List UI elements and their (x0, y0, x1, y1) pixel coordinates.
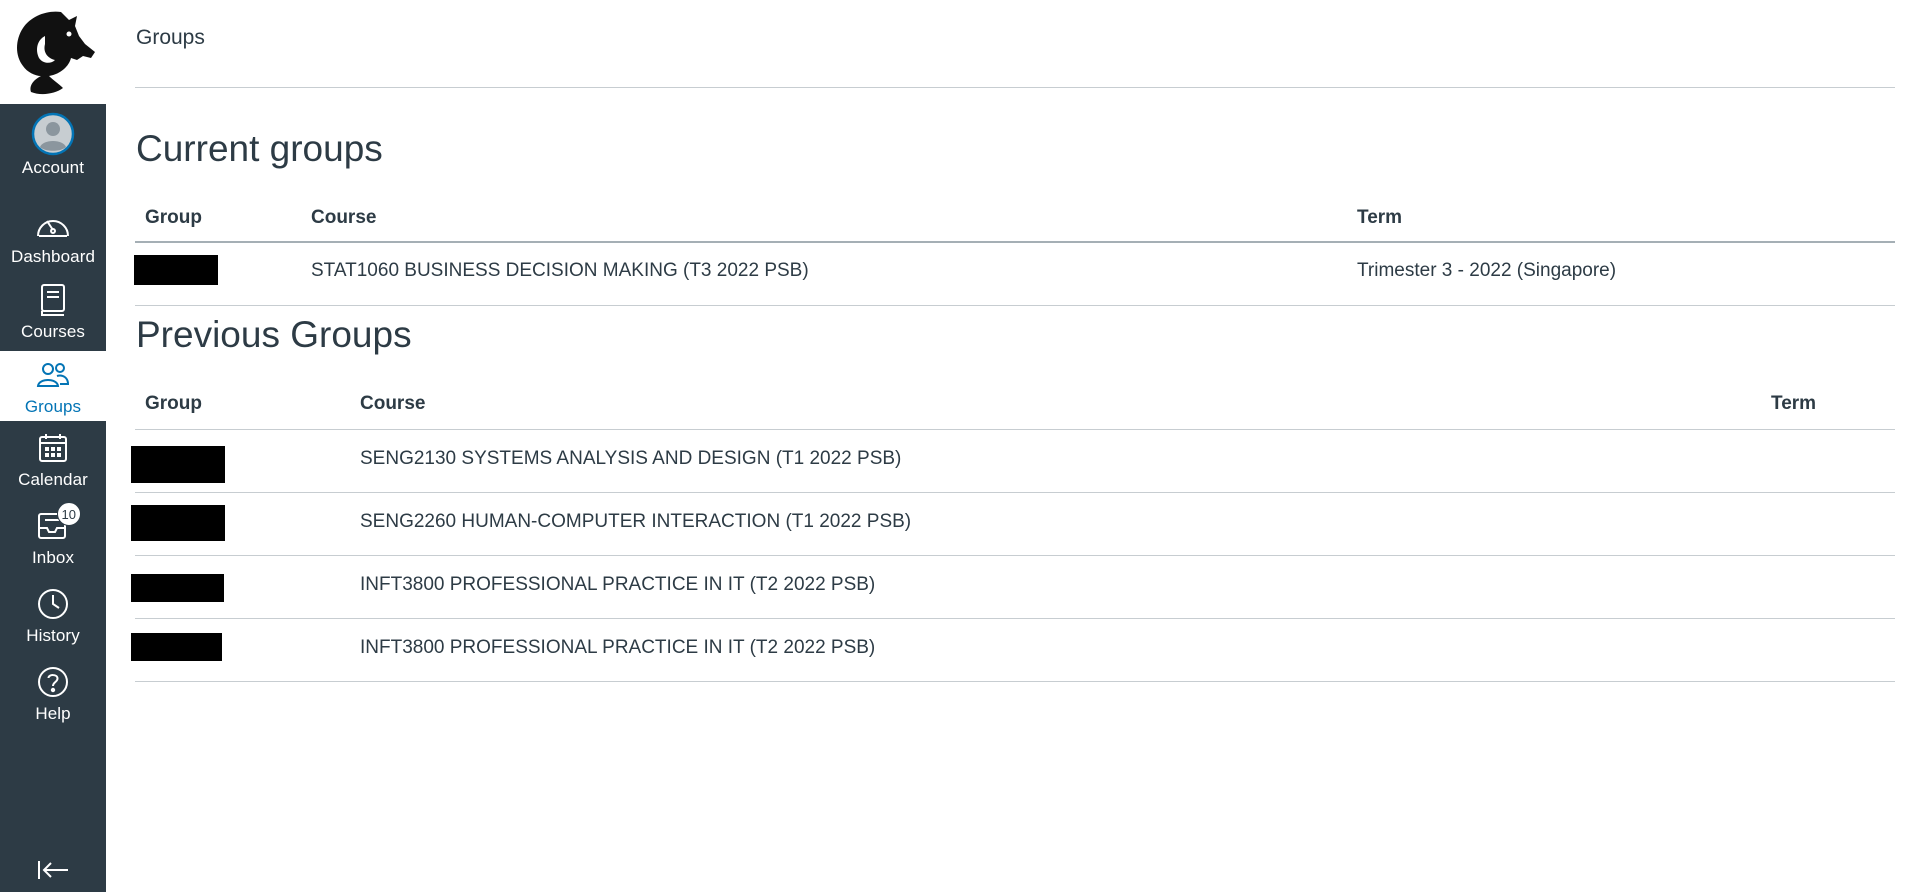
previous-groups-heading: Previous Groups (136, 314, 412, 355)
row-divider (135, 681, 1895, 682)
sidebar-item-courses[interactable]: Courses (0, 280, 106, 348)
row-divider (135, 492, 1895, 493)
sidebar-item-label: Groups (24, 397, 82, 416)
previous-term-column-header: Term (1771, 393, 1817, 414)
course-link[interactable]: STAT1060 BUSINESS DECISION MAKING (T3 20… (311, 260, 809, 282)
redacted-group-name[interactable] (131, 446, 225, 483)
sidebar-item-label: Courses (20, 322, 85, 341)
sidebar-item-account[interactable]: Account (0, 112, 106, 186)
course-link[interactable]: SENG2130 SYSTEMS ANALYSIS AND DESIGN (T1… (360, 448, 901, 470)
redacted-group-name[interactable] (131, 574, 224, 602)
sidebar-item-label: Account (21, 158, 85, 177)
collapse-left-icon (38, 861, 68, 879)
sidebar-item-label: Inbox (31, 548, 75, 567)
current-course-column-header: Course (311, 207, 377, 228)
course-link[interactable]: INFT3800 PROFESSIONAL PRACTICE IN IT (T2… (360, 574, 875, 596)
course-link[interactable]: SENG2260 HUMAN-COMPUTER INTERACTION (T1 … (360, 511, 911, 533)
term-cell: Trimester 3 - 2022 (Singapore) (1357, 260, 1617, 281)
row-divider (135, 618, 1895, 619)
people-icon (33, 355, 73, 395)
current-groups-heading: Current groups (136, 128, 383, 169)
sidebar-item-inbox[interactable]: 10 Inbox (0, 502, 106, 578)
course-link[interactable]: INFT3800 PROFESSIONAL PRACTICE IN IT (T2… (360, 637, 875, 659)
current-group-column-header: Group (145, 207, 202, 228)
sidebar-item-label: History (26, 626, 80, 645)
previous-group-column-header: Group (145, 393, 202, 414)
table-header-divider (135, 241, 1895, 243)
header-divider (135, 87, 1895, 88)
redacted-group-name[interactable] (134, 255, 218, 285)
sidebar-item-help[interactable]: Help (0, 662, 106, 734)
book-icon (33, 280, 73, 320)
inbox-icon: 10 (33, 502, 81, 546)
previous-course-column-header: Course (360, 393, 426, 414)
current-term-column-header: Term (1357, 207, 1403, 228)
sidebar-item-label: Calendar (18, 470, 88, 489)
collapse-nav-button[interactable] (0, 850, 106, 890)
sidebar-item-history[interactable]: History (0, 584, 106, 656)
sidebar-item-calendar[interactable]: Calendar (0, 428, 106, 498)
unread-count-badge: 10 (56, 502, 81, 526)
question-icon (33, 662, 73, 702)
redacted-group-name[interactable] (131, 633, 222, 661)
institution-logo[interactable] (0, 0, 106, 104)
sidebar-item-groups[interactable]: Groups (0, 351, 106, 421)
table-header-divider (135, 429, 1895, 430)
calendar-icon (33, 428, 73, 468)
speedometer-icon (33, 205, 73, 245)
sidebar-item-label: Dashboard (10, 247, 96, 266)
user-avatar-icon (31, 112, 75, 156)
row-divider (135, 555, 1895, 556)
redacted-group-name[interactable] (131, 505, 225, 541)
global-navigation: Account Dashboard Courses Groups Calenda… (0, 0, 106, 892)
horse-head-logo (17, 11, 95, 95)
row-divider (135, 305, 1895, 306)
sidebar-item-dashboard[interactable]: Dashboard (0, 205, 106, 271)
breadcrumb: Groups (136, 26, 205, 49)
sidebar-item-label: Help (35, 704, 71, 723)
clock-icon (33, 584, 73, 624)
